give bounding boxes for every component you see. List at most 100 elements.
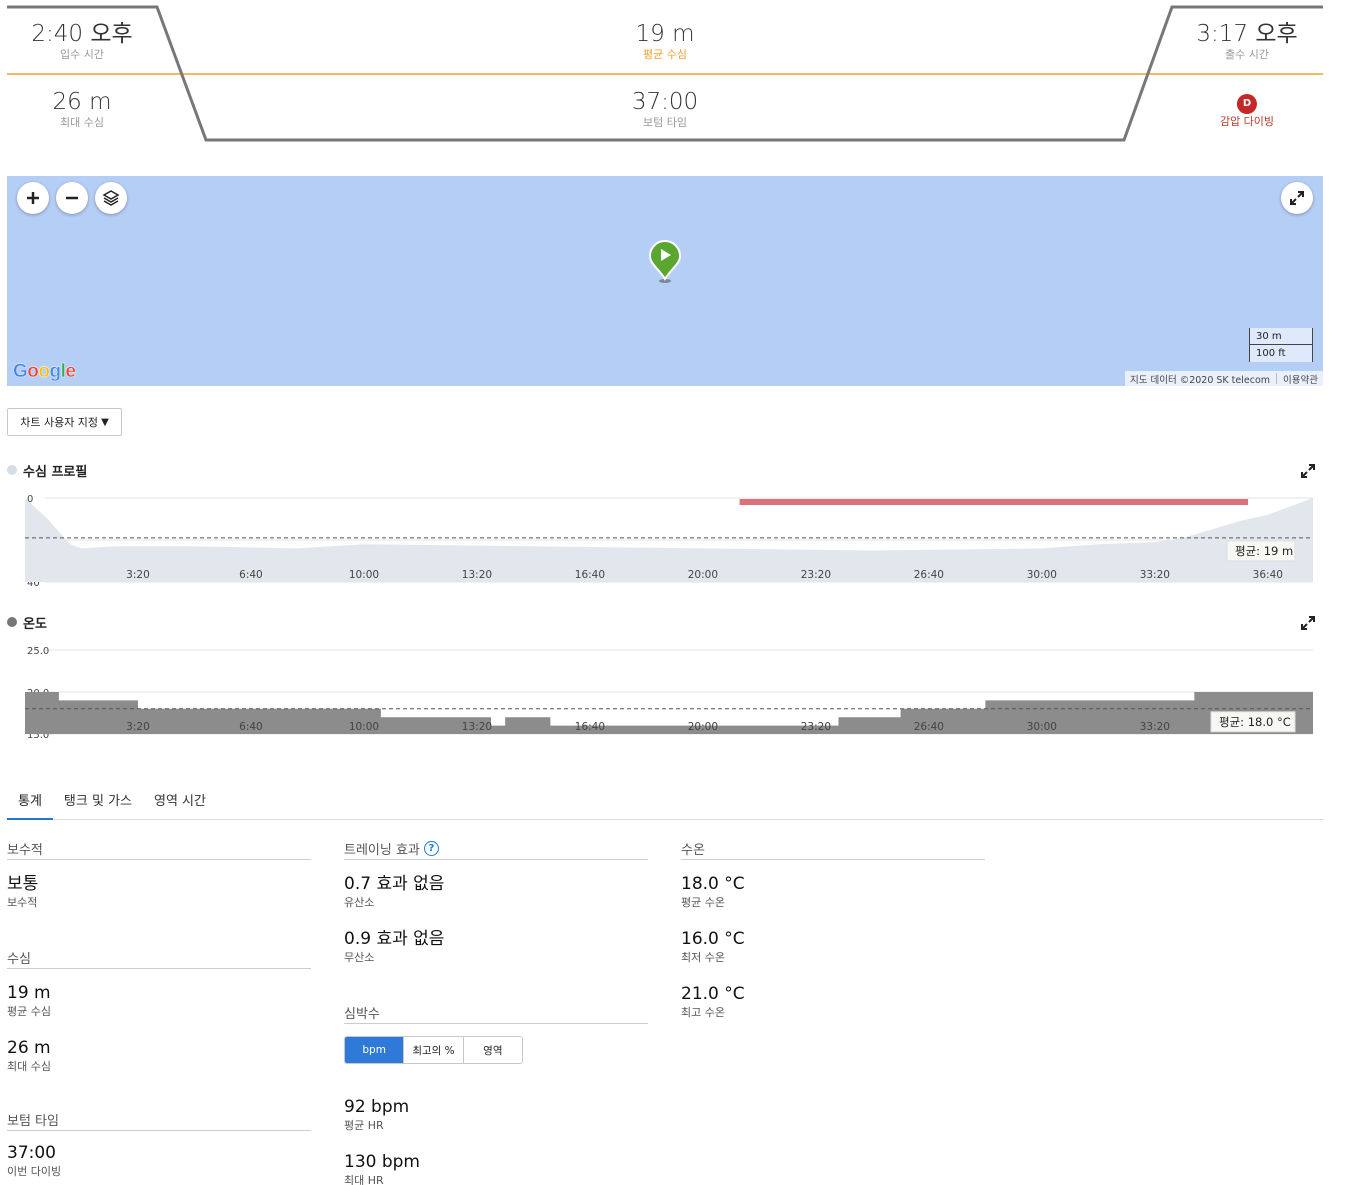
conservatism-value: 보통 bbox=[7, 874, 39, 894]
avg-depth-metric: 19 m 평균 수심 bbox=[7, 982, 311, 1020]
anaerobic-label: 무산소 bbox=[344, 951, 375, 964]
map-fullscreen-button[interactable] bbox=[1281, 182, 1313, 214]
average-label: 평균: 18.0 °C bbox=[1219, 715, 1291, 729]
anaerobic-metric: 0.9 효과 없음 무산소 bbox=[344, 928, 648, 966]
caret-down-icon: ▼ bbox=[101, 416, 109, 428]
x-tick-label: 10:00 bbox=[349, 569, 379, 581]
entry-time-label: 입수 시간 bbox=[60, 48, 104, 61]
min-water-temp-label: 최저 수온 bbox=[681, 951, 725, 964]
depth-chart-header: 수심 프로필 bbox=[7, 460, 1323, 480]
temp-legend-dot bbox=[7, 617, 17, 627]
conservatism-metric: 보통 보수적 bbox=[7, 873, 311, 911]
heart-rate-section: 심박수 bpm 최고의 % 영역 92 bpm 평균 HR 130 bpm 최대… bbox=[344, 1004, 648, 1185]
x-tick-label: 6:40 bbox=[239, 721, 263, 733]
avg-water-temp-label: 평균 수온 bbox=[681, 896, 725, 909]
tab-tanks-gases[interactable]: 탱크 및 가스 bbox=[53, 784, 143, 820]
anaerobic-value: 0.9 효과 없음 bbox=[344, 929, 445, 949]
depth-legend-dot bbox=[7, 465, 17, 475]
y-tick-label: 25.0 bbox=[27, 646, 49, 657]
depth-expand-icon[interactable] bbox=[1301, 464, 1315, 478]
zoom-in-button[interactable] bbox=[17, 182, 49, 214]
temp-expand-icon[interactable] bbox=[1301, 616, 1315, 630]
chart-customize-label: 차트 사용자 지정 bbox=[20, 416, 99, 429]
seg-zone[interactable]: 영역 bbox=[462, 1037, 522, 1063]
min-water-temp-value: 16.0 °C bbox=[681, 929, 745, 949]
scale-imperial: 100 ft bbox=[1249, 345, 1313, 362]
entry-time-value: 2:40 오후 bbox=[31, 21, 133, 47]
temp-chart: 온도 25.020.015.03:206:4010:0013:2016:4020… bbox=[7, 612, 1323, 738]
x-tick-label: 10:00 bbox=[349, 721, 379, 733]
water-temp-title: 수온 bbox=[681, 840, 985, 860]
bottom-time-stat-label: 이번 다이빙 bbox=[7, 1165, 62, 1178]
dive-type: D 감압 다이빙 bbox=[1220, 91, 1274, 128]
x-tick-label: 36:40 bbox=[1253, 569, 1283, 581]
map-attribution: 지도 데이터 ©2020 SK telecom 이용약관 bbox=[1124, 371, 1323, 386]
bottom-time-metric: 37:00 이번 다이빙 bbox=[7, 1142, 311, 1180]
bottom-time: 37:00 보텀 타임 bbox=[632, 88, 698, 129]
avg-water-temp-value: 18.0 °C bbox=[681, 874, 745, 894]
x-tick-label: 13:20 bbox=[462, 721, 492, 733]
terms-link[interactable]: 이용약관 bbox=[1283, 372, 1318, 386]
chart-customize-dropdown[interactable]: 차트 사용자 지정 ▼ bbox=[7, 408, 122, 436]
entry-time: 2:40 오후 입수 시간 bbox=[31, 20, 132, 61]
stats-column-3: 수온 18.0 °C 평균 수온 16.0 °C 최저 수온 21.0 °C 최… bbox=[681, 840, 985, 1021]
map-scale: 30 m 100 ft bbox=[1249, 328, 1313, 362]
x-tick-label: 16:40 bbox=[575, 569, 605, 581]
temp-area bbox=[25, 692, 1313, 734]
deco-badge: D bbox=[1236, 94, 1257, 114]
seg-bpm[interactable]: bpm bbox=[345, 1037, 404, 1063]
min-water-temp-metric: 16.0 °C 최저 수온 bbox=[681, 928, 985, 966]
training-effect-title: 트레이닝 효과 ? bbox=[344, 840, 648, 860]
x-tick-label: 6:40 bbox=[239, 569, 263, 581]
exit-time: 3:17 오후 출수 시간 bbox=[1196, 20, 1297, 61]
aerobic-label: 유산소 bbox=[344, 896, 375, 909]
google-logo: Google bbox=[13, 361, 76, 382]
depth-title: 수심 bbox=[7, 949, 311, 969]
bottom-time-title: 보텀 타임 bbox=[7, 1111, 311, 1131]
stats-tabs: 통계 탱크 및 가스 영역 시간 bbox=[7, 784, 1323, 820]
depth-section: 수심 19 m 평균 수심 26 m 최대 수심 bbox=[7, 949, 311, 1075]
avg-depth-value: 19 m bbox=[635, 21, 695, 47]
x-tick-label: 20:00 bbox=[688, 721, 718, 733]
avg-hr-value: 92 bpm bbox=[344, 1097, 410, 1117]
avg-water-temp-metric: 18.0 °C 평균 수온 bbox=[681, 873, 985, 911]
bottom-time-label: 보텀 타임 bbox=[643, 116, 687, 129]
temp-chart-plot[interactable]: 25.020.015.03:206:4010:0013:2016:4020:00… bbox=[7, 638, 1323, 738]
attribution-text: 지도 데이터 ©2020 SK telecom bbox=[1129, 374, 1271, 386]
stats-column-2: 트레이닝 효과 ? 0.7 효과 없음 유산소 0.9 효과 없음 무산소 심박… bbox=[344, 840, 648, 1185]
max-depth-value: 26 m bbox=[52, 89, 112, 115]
x-tick-label: 3:20 bbox=[126, 721, 150, 733]
x-tick-label: 16:40 bbox=[575, 721, 605, 733]
deco-stop-bar bbox=[739, 499, 1249, 505]
max-depth-stat-value: 26 m bbox=[7, 1038, 51, 1058]
layers-button[interactable] bbox=[95, 182, 127, 214]
heart-rate-unit-toggle: bpm 최고의 % 영역 bbox=[344, 1036, 523, 1064]
avg-depth-stat-label: 평균 수심 bbox=[7, 1005, 51, 1018]
x-tick-label: 3:20 bbox=[126, 569, 150, 581]
tab-zone-time[interactable]: 영역 시간 bbox=[143, 784, 217, 820]
max-water-temp-value: 21.0 °C bbox=[681, 984, 745, 1004]
x-tick-label: 33:20 bbox=[1140, 569, 1170, 581]
start-pin-icon[interactable] bbox=[647, 239, 683, 285]
avg-hr-label: 평균 HR bbox=[344, 1119, 384, 1132]
average-label: 평균: 19 m bbox=[1235, 544, 1293, 558]
max-hr-metric: 130 bpm 최대 HR bbox=[344, 1151, 648, 1185]
x-tick-label: 33:20 bbox=[1140, 721, 1170, 733]
help-icon[interactable]: ? bbox=[423, 841, 439, 856]
max-hr-value: 130 bpm bbox=[344, 1152, 420, 1172]
exit-time-label: 출수 시간 bbox=[1225, 48, 1269, 61]
x-tick-label: 23:20 bbox=[801, 721, 831, 733]
depth-chart-plot[interactable]: 020403:206:4010:0013:2016:4020:0023:2026… bbox=[7, 486, 1323, 586]
dive-map[interactable]: Google 30 m 100 ft 지도 데이터 ©2020 SK telec… bbox=[7, 176, 1323, 386]
exit-time-value: 3:17 오후 bbox=[1196, 21, 1298, 47]
dive-type-label: 감압 다이빙 bbox=[1219, 115, 1275, 128]
temp-chart-title: 온도 bbox=[23, 616, 47, 632]
x-tick-label: 26:40 bbox=[914, 569, 944, 581]
x-tick-label: 26:40 bbox=[914, 721, 944, 733]
avg-depth-stat-value: 19 m bbox=[7, 983, 51, 1003]
zoom-out-button[interactable] bbox=[56, 182, 88, 214]
tab-stats[interactable]: 통계 bbox=[7, 784, 53, 820]
depth-chart-title: 수심 프로필 bbox=[23, 464, 88, 480]
seg-percent-max[interactable]: 최고의 % bbox=[403, 1037, 462, 1063]
max-water-temp-metric: 21.0 °C 최고 수온 bbox=[681, 983, 985, 1021]
